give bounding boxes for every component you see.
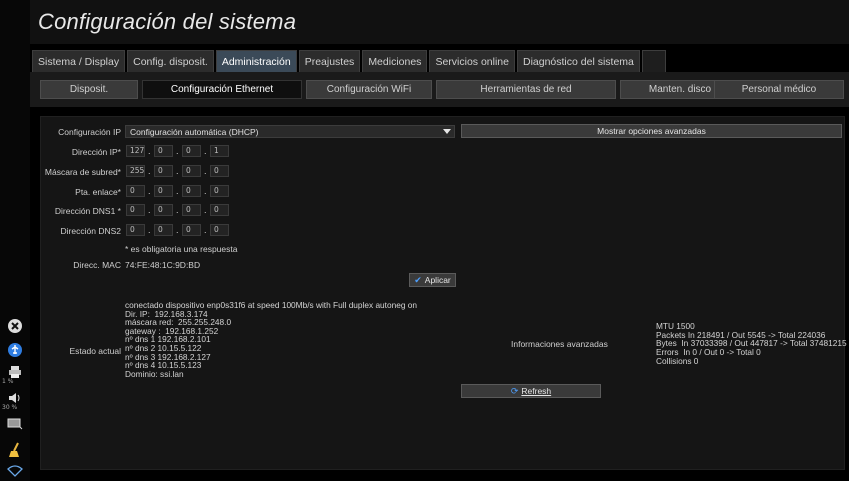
- broom-icon[interactable]: [5, 440, 25, 460]
- gateway-octet-2[interactable]: 0: [154, 185, 173, 197]
- show-advanced-button[interactable]: Mostrar opciones avanzadas: [461, 124, 842, 138]
- gateway-octet-3[interactable]: 0: [182, 185, 201, 197]
- subnet-octet-2[interactable]: 0: [154, 165, 173, 177]
- status-label: Estado actual: [69, 346, 121, 356]
- status-details: conectado dispositivo enp0s31f6 at speed…: [125, 300, 417, 379]
- dns2-octet-1[interactable]: 0: [126, 224, 145, 236]
- dns1-octet-3[interactable]: 0: [182, 204, 201, 216]
- mac-label: Direcc. MAC: [73, 260, 121, 270]
- usb-icon[interactable]: [5, 340, 25, 360]
- tab-diagnostico[interactable]: Diagnóstico del sistema: [516, 50, 640, 72]
- subtab-personal-medico[interactable]: Personal médico: [714, 80, 844, 99]
- ip-octet-1[interactable]: 127: [126, 145, 145, 157]
- tab-servicios-online[interactable]: Servicios online: [429, 50, 515, 72]
- volume-readout: 30 %: [2, 404, 18, 411]
- dns2-octet-4[interactable]: 0: [210, 224, 229, 236]
- subtab-disposit[interactable]: Disposit.: [40, 80, 138, 99]
- tab-preajustes[interactable]: Preajustes: [298, 50, 361, 72]
- subnet-label: Máscara de subred*: [44, 167, 121, 177]
- tab-administracion[interactable]: Administración: [215, 50, 297, 72]
- dns1-label: Dirección DNS1 *: [54, 206, 121, 216]
- dns2-octet-2[interactable]: 0: [154, 224, 173, 236]
- left-tool-strip: 1 % 30 %: [0, 0, 30, 481]
- chevron-down-icon: [443, 129, 451, 134]
- apply-button-label: Aplicar: [424, 275, 451, 285]
- subnet-octet-4[interactable]: 0: [210, 165, 229, 177]
- refresh-button-label: Refresh: [521, 386, 552, 396]
- gateway-octet-4[interactable]: 0: [210, 185, 229, 197]
- subtab-wifi[interactable]: Configuración WiFi: [306, 80, 432, 99]
- ip-config-label: Configuración IP: [58, 127, 121, 137]
- subtab-ethernet[interactable]: Configuración Ethernet: [142, 80, 302, 99]
- ip-config-select[interactable]: Configuración automática (DHCP): [125, 125, 455, 138]
- required-note: * es obligatoria una respuesta: [125, 244, 238, 254]
- tab-empty: [641, 50, 666, 72]
- wifi-icon[interactable]: [5, 461, 25, 481]
- dns1-octet-2[interactable]: 0: [154, 204, 173, 216]
- dns2-label: Dirección DNS2: [60, 226, 121, 236]
- title-bar: Configuración del sistema: [30, 0, 849, 44]
- subtab-herramientas-red[interactable]: Herramientas de red: [436, 80, 616, 99]
- subnet-octet-3[interactable]: 0: [182, 165, 201, 177]
- dns1-octet-4[interactable]: 0: [210, 204, 229, 216]
- monitor-icon[interactable]: [5, 414, 25, 434]
- dns2-octet-3[interactable]: 0: [182, 224, 201, 236]
- ip-octet-2[interactable]: 0: [154, 145, 173, 157]
- ip-address-label: Dirección IP*: [71, 147, 121, 157]
- ip-octet-3[interactable]: 0: [182, 145, 201, 157]
- refresh-icon: ⟳: [510, 385, 519, 396]
- tab-mediciones[interactable]: Mediciones: [362, 50, 428, 72]
- ip-config-value: Configuración automática (DHCP): [130, 126, 259, 137]
- ip-octet-4[interactable]: 1: [210, 145, 229, 157]
- checkmark-icon: ✔: [414, 274, 422, 285]
- dns1-octet-1[interactable]: 0: [126, 204, 145, 216]
- close-icon[interactable]: [5, 316, 25, 336]
- subnet-octet-1[interactable]: 255: [126, 165, 145, 177]
- tab-sistema-display[interactable]: Sistema / Display: [32, 50, 126, 72]
- page-title: Configuración del sistema: [38, 9, 297, 34]
- sub-tab-bar: Disposit. Configuración Ethernet Configu…: [30, 72, 849, 107]
- advanced-info-label: Informaciones avanzadas: [511, 339, 608, 349]
- progress-readout: 1 %: [2, 378, 14, 385]
- apply-button[interactable]: ✔ Aplicar: [409, 273, 456, 287]
- tab-config-disposit[interactable]: Config. disposit.: [127, 50, 214, 72]
- network-stats: MTU 1500 Packets In 218491 / Out 5545 ->…: [656, 321, 847, 366]
- gateway-octet-1[interactable]: 0: [126, 185, 145, 197]
- mac-value: 74:FE:48:1C:9D:BD: [125, 260, 201, 270]
- refresh-button[interactable]: ⟳ Refresh: [461, 384, 601, 398]
- main-tabs: Sistema / Display Config. disposit. Admi…: [32, 50, 666, 72]
- gateway-label: Pta. enlace*: [75, 187, 121, 197]
